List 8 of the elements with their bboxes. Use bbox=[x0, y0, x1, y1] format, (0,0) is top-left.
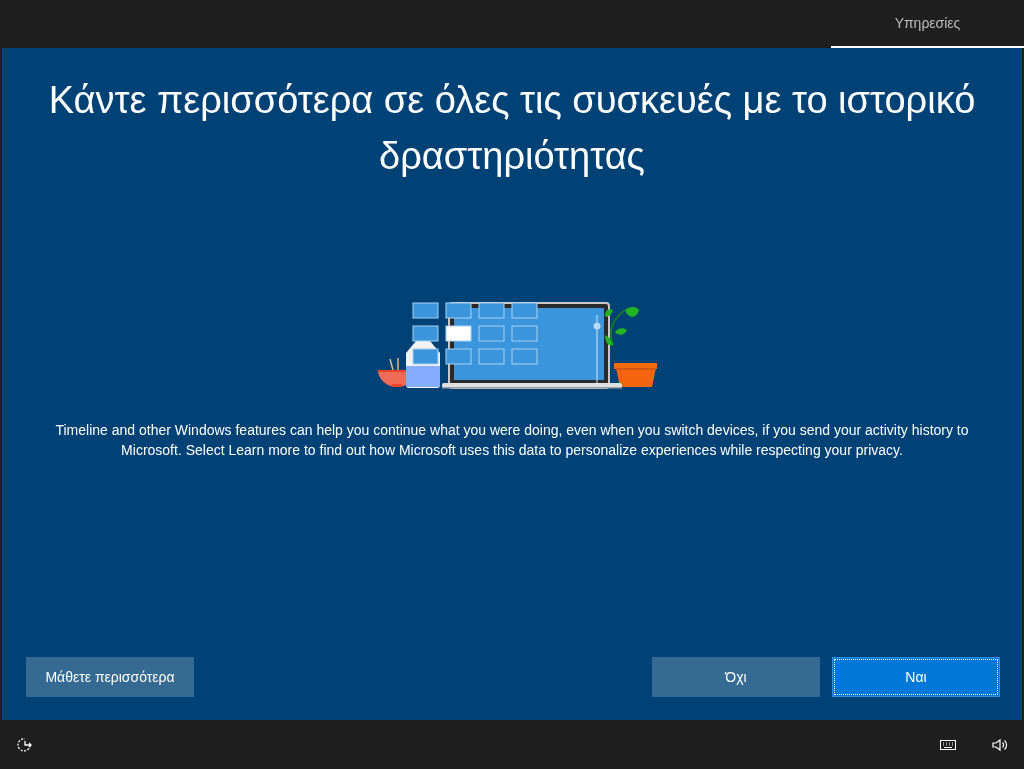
ease-of-access-icon[interactable] bbox=[16, 735, 34, 754]
page-title: Κάντε περισσότερα σε όλες τις συσκευές με το ιστορικό δραστηριότητας bbox=[47, 78, 977, 179]
action-button[interactable]: Μάθετε περισσότερα bbox=[26, 657, 194, 697]
keyboard-icon[interactable] bbox=[940, 738, 956, 751]
action-button[interactable]: Όχι bbox=[652, 657, 820, 697]
description-text: Timeline and other Windows features can help you continue what you were doing, even when you switch devices, if you send your activity history to Microsoft. Select Learn more to find out how Microsoft uses this data to personalize experiences while respecting your privacy. bbox=[54, 421, 970, 460]
yes-button[interactable]: Ναι bbox=[832, 657, 1000, 697]
volume-icon[interactable] bbox=[992, 737, 1008, 752]
